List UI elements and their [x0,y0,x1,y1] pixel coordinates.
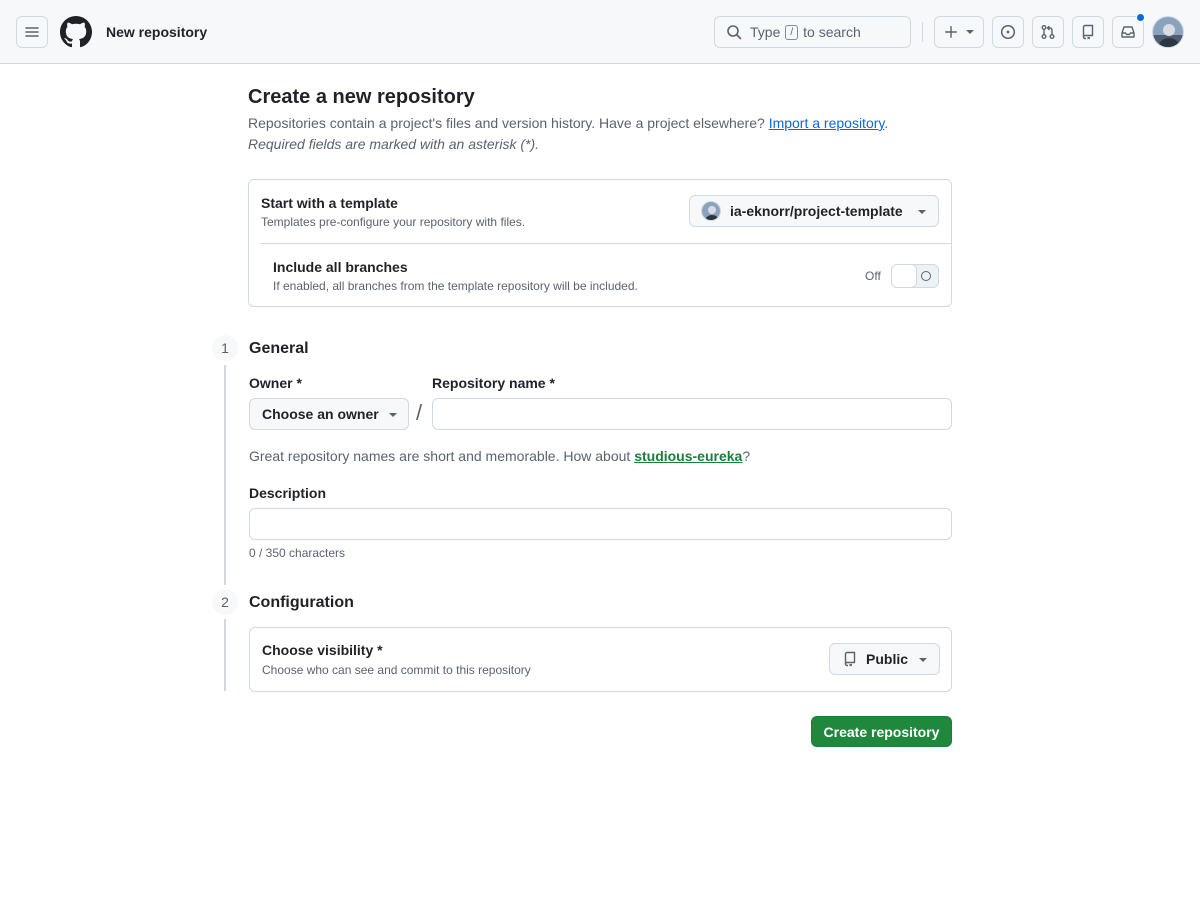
triangle-down-icon [966,30,974,34]
template-divider [261,243,951,244]
include-branches-toggle[interactable] [891,264,939,288]
template-owner-avatar [701,201,721,221]
avatar-image-icon [702,202,720,220]
create-repository-button[interactable]: Create repository [811,716,952,747]
page-title: Create a new repository [248,86,475,108]
search-input[interactable]: Type / to search [714,16,911,48]
owner-select[interactable]: Choose an owner [249,398,409,430]
repository-name-label: Repository name * [432,375,555,391]
toggle-off-icon [921,271,931,281]
owner-repo-separator: / [416,400,423,425]
triangle-down-icon [919,658,927,662]
create-new-button[interactable] [934,16,984,48]
step-number-general: 1 [212,335,238,361]
notification-indicator [1136,13,1145,22]
visibility-label: Choose visibility * [262,642,383,658]
description-input[interactable] [249,508,952,540]
template-select[interactable]: ia-eknorr/project-template [689,195,939,227]
subtitle-text: Repositories contain a project's files a… [248,115,769,131]
github-logo-icon[interactable] [60,16,92,48]
app-header: New repository Type / to search [0,0,1200,64]
page-context-title: New repository [106,24,208,40]
visibility-description: Choose who can see and commit to this re… [262,663,531,677]
suggested-name-link[interactable]: studious-eureka [634,448,742,464]
plus-icon [945,26,957,38]
search-shortcut-key: / [785,24,799,40]
search-icon [727,25,742,40]
repository-name-input[interactable] [432,398,952,430]
template-section: Start with a template Templates pre-conf… [248,179,952,307]
include-branches-description: If enabled, all branches from the templa… [273,279,638,293]
import-repository-link[interactable]: Import a repository [769,115,885,131]
issue-opened-icon [1000,24,1016,40]
owner-label: Owner * [249,375,302,391]
triangle-down-icon [389,413,397,417]
repo-icon [844,651,856,667]
header-divider [922,22,923,42]
git-pull-request-icon [1041,25,1055,39]
search-suffix: to search [803,24,861,40]
suggestion-end: ? [742,448,751,464]
user-avatar[interactable] [1152,16,1184,48]
suggestion-text: Great repository names are short and mem… [249,448,635,464]
description-label: Description [249,485,327,501]
issues-button[interactable] [992,16,1024,48]
description-char-count: 0 / 350 characters [249,546,346,560]
inbox-icon [1121,26,1135,38]
repo-icon [1082,24,1094,40]
visibility-section: Choose visibility * Choose who can see a… [249,627,952,692]
template-description: Templates pre-configure your repository … [261,215,526,229]
search-prefix: Type [750,24,781,40]
page-subtitle: Repositories contain a project's files a… [248,114,888,132]
general-section-title: General [249,340,309,357]
pull-requests-button[interactable] [1032,16,1064,48]
include-branches-title: Include all branches [273,259,408,275]
subtitle-end: . [884,115,889,131]
step-number-configuration: 2 [212,589,238,615]
triangle-down-icon [918,210,926,214]
step-line-general [224,365,226,585]
repositories-button[interactable] [1072,16,1104,48]
visibility-select-value: Public [866,651,909,667]
step-line-configuration [224,619,226,691]
include-branches-state: Off [865,269,881,283]
menu-button[interactable] [16,16,48,48]
template-title: Start with a template [261,195,398,211]
avatar-image-icon [1153,17,1183,47]
repository-name-suggestion: Great repository names are short and mem… [249,447,750,465]
template-select-value: ia-eknorr/project-template [730,203,903,219]
owner-select-value: Choose an owner [262,406,379,422]
hamburger-icon [25,27,39,37]
toggle-knob [891,264,917,288]
configuration-section-title: Configuration [249,594,354,611]
required-fields-note: Required fields are marked with an aster… [248,136,540,152]
visibility-select[interactable]: Public [829,643,940,675]
